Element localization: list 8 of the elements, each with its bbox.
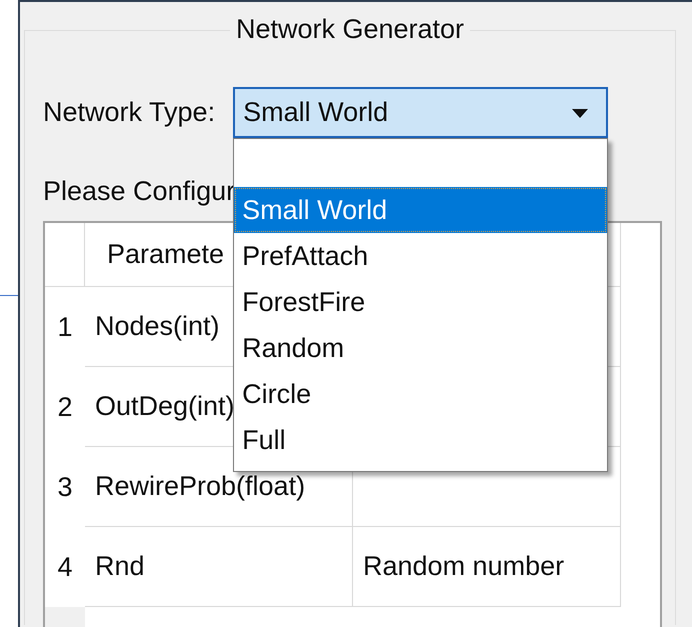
row-number: 2 (56, 390, 74, 424)
instruction-text: Please Configur (43, 175, 236, 208)
row-number: 3 (56, 470, 74, 504)
field-label: Network Type: (43, 96, 216, 130)
table-cell: Rnd (85, 527, 353, 607)
row-number: 1 (56, 310, 74, 344)
table-cell: Random number (353, 527, 621, 607)
row-number: 4 (56, 550, 74, 584)
